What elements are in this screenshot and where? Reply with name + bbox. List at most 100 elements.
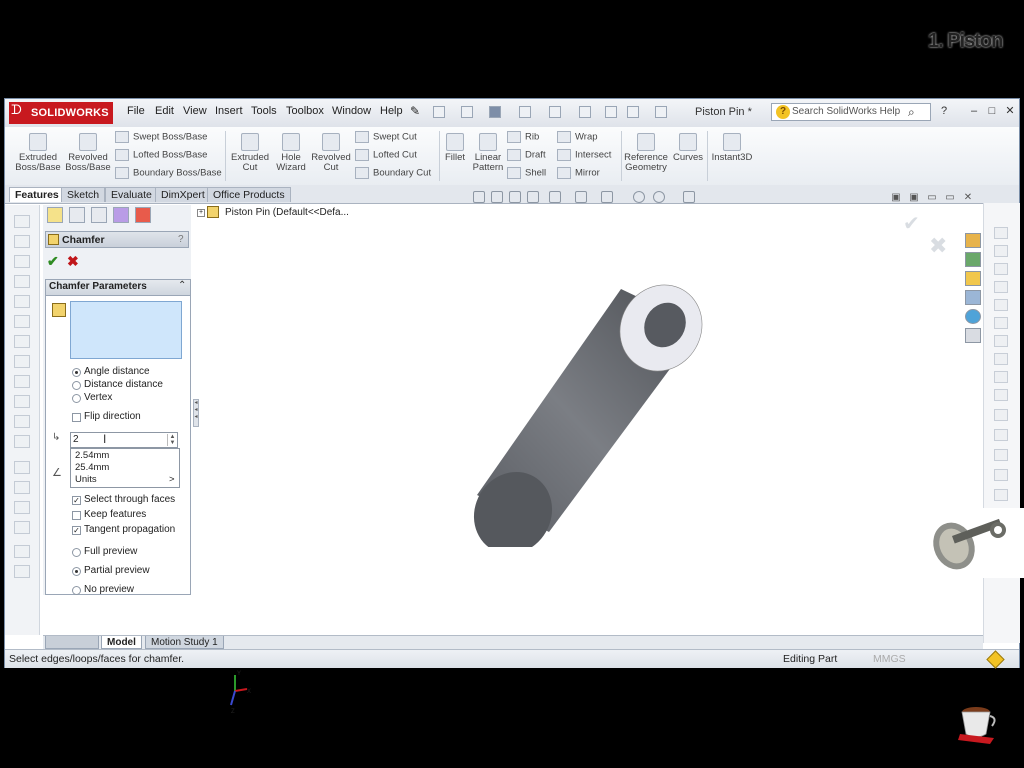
toolbar-icon[interactable] [994,489,1008,501]
rib-button[interactable]: Rib [507,131,557,149]
toolbar-icon[interactable] [14,415,30,428]
toolbar-icon[interactable] [994,227,1008,239]
toolbar-icon[interactable] [994,449,1008,461]
toolbar-icon[interactable] [14,565,30,578]
tab-sketch[interactable]: Sketch [61,187,106,202]
boundary-cut-button[interactable]: Boundary Cut [355,167,437,185]
menu-tools[interactable]: Tools [251,105,277,117]
print-icon[interactable] [519,106,531,118]
tab-model[interactable]: Model [101,636,142,649]
toolbar-icon[interactable] [994,281,1008,293]
toolbar-icon[interactable] [14,521,30,534]
feature-manager-tab-icon[interactable] [47,207,63,223]
view-orientation-icon[interactable] [549,191,561,203]
toolbar-icon[interactable] [994,409,1008,421]
lofted-cut-button[interactable]: Lofted Cut [355,149,437,167]
menu-view[interactable]: View [183,105,207,117]
display-manager-tab-icon[interactable] [135,207,151,223]
hole-wizard-button[interactable]: Hole Wizard [271,133,311,173]
rebuild-icon[interactable] [605,106,617,118]
confirmation-ok-icon[interactable]: ✔ [903,211,920,236]
configuration-manager-tab-icon[interactable] [91,207,107,223]
toolbar-icon[interactable] [14,275,30,288]
reference-geometry-button[interactable]: Reference Geometry [623,133,669,173]
tree-expand-icon[interactable]: + [197,209,205,217]
view-palette-icon[interactable] [965,290,981,305]
toolbar-icon[interactable] [14,295,30,308]
search-icon[interactable]: ⌕ [908,105,915,120]
open-icon[interactable] [461,106,473,118]
draft-button[interactable]: Draft [507,149,557,167]
extruded-boss-button[interactable]: Extruded Boss/Base [13,133,63,173]
cancel-button[interactable]: ✖ [67,253,79,270]
instant3d-button[interactable]: Instant3D [709,133,755,163]
toolbar-icon[interactable] [994,429,1008,441]
toolbar-icon[interactable] [994,263,1008,275]
tab-motion-study-1[interactable]: Motion Study 1 [145,636,224,649]
save-icon[interactable] [489,106,501,118]
toolbar-icon[interactable] [14,255,30,268]
help-menu-button[interactable]: ? [937,105,951,117]
flip-direction-checkbox[interactable] [72,413,81,422]
new-icon[interactable] [433,106,445,118]
menu-file[interactable]: File [127,105,145,117]
revolved-cut-button[interactable]: Revolved Cut [309,133,353,173]
partial-preview-radio[interactable] [72,567,81,576]
section-view-icon[interactable] [527,191,539,203]
display-style-icon[interactable] [575,191,587,203]
full-preview-radio[interactable] [72,548,81,557]
toolbar-icon[interactable] [14,375,30,388]
custom-properties-icon[interactable] [965,328,981,343]
intersect-button[interactable]: Intersect [557,149,621,167]
file-explorer-icon[interactable] [965,271,981,286]
select-through-faces-checkbox[interactable]: ✓ [72,496,81,505]
toolbar-icon[interactable] [994,353,1008,365]
distance-input[interactable]: 2 I ▲ ▼ [70,432,178,448]
status-units[interactable]: MMGS [873,653,906,665]
tab-office-products[interactable]: Office Products [207,187,291,202]
toolbar-icon[interactable] [994,245,1008,257]
previous-view-icon[interactable] [509,191,521,203]
close-button[interactable]: ✕ [1003,105,1017,117]
toolbar-icon[interactable] [14,315,30,328]
toolbar-icon[interactable] [14,355,30,368]
toolbar-icon[interactable] [994,335,1008,347]
zoom-to-fit-icon[interactable] [473,191,485,203]
restore-button[interactable]: □ [985,105,999,117]
group-header[interactable]: Chamfer Parameters ⌃ [46,280,190,296]
appearances-icon[interactable] [965,309,981,324]
tab-evaluate[interactable]: Evaluate [105,187,158,202]
toolbar-icon[interactable] [14,435,30,448]
ok-button[interactable]: ✔ [47,253,59,270]
property-manager-tab-icon[interactable] [69,207,85,223]
curves-button[interactable]: Curves [671,133,705,163]
split-view-icon[interactable]: ▣ [891,193,901,203]
menu-toolbox[interactable]: Toolbox [286,105,324,117]
design-library-icon[interactable] [965,252,981,267]
view-settings-icon[interactable] [683,191,695,203]
mirror-button[interactable]: Mirror [557,167,621,185]
lofted-boss-button[interactable]: Lofted Boss/Base [115,149,225,167]
tab-features[interactable]: Features [9,187,65,202]
vertex-radio[interactable] [72,394,81,403]
tangent-propagation-checkbox[interactable]: ✓ [72,526,81,535]
menu-edit[interactable]: Edit [155,105,174,117]
split-view-icon[interactable]: ▣ [909,193,919,203]
panel-splitter[interactable]: ◂ ◂ ◂ [193,399,199,427]
toolbar-icon[interactable] [14,235,30,248]
angle-distance-radio[interactable] [72,368,81,377]
revolved-boss-button[interactable]: Revolved Boss/Base [63,133,113,173]
close-doc-icon[interactable]: ✕ [963,193,973,203]
linear-pattern-button[interactable]: Linear Pattern [469,133,507,173]
dropdown-option[interactable]: 25.4mm [75,462,109,473]
menu-help[interactable]: Help [380,105,403,117]
minimize-button[interactable]: – [967,105,981,117]
spin-buttons[interactable]: ▲ ▼ [167,434,177,446]
toolbar-icon[interactable] [994,389,1008,401]
toolbar-icon[interactable] [14,501,30,514]
solidworks-resources-icon[interactable] [965,233,981,248]
distance-distance-radio[interactable] [72,381,81,390]
boundary-boss-button[interactable]: Boundary Boss/Base [115,167,225,185]
rebuild-status-icon[interactable] [986,650,1005,669]
restore-doc-icon[interactable]: ▭ [945,193,955,203]
